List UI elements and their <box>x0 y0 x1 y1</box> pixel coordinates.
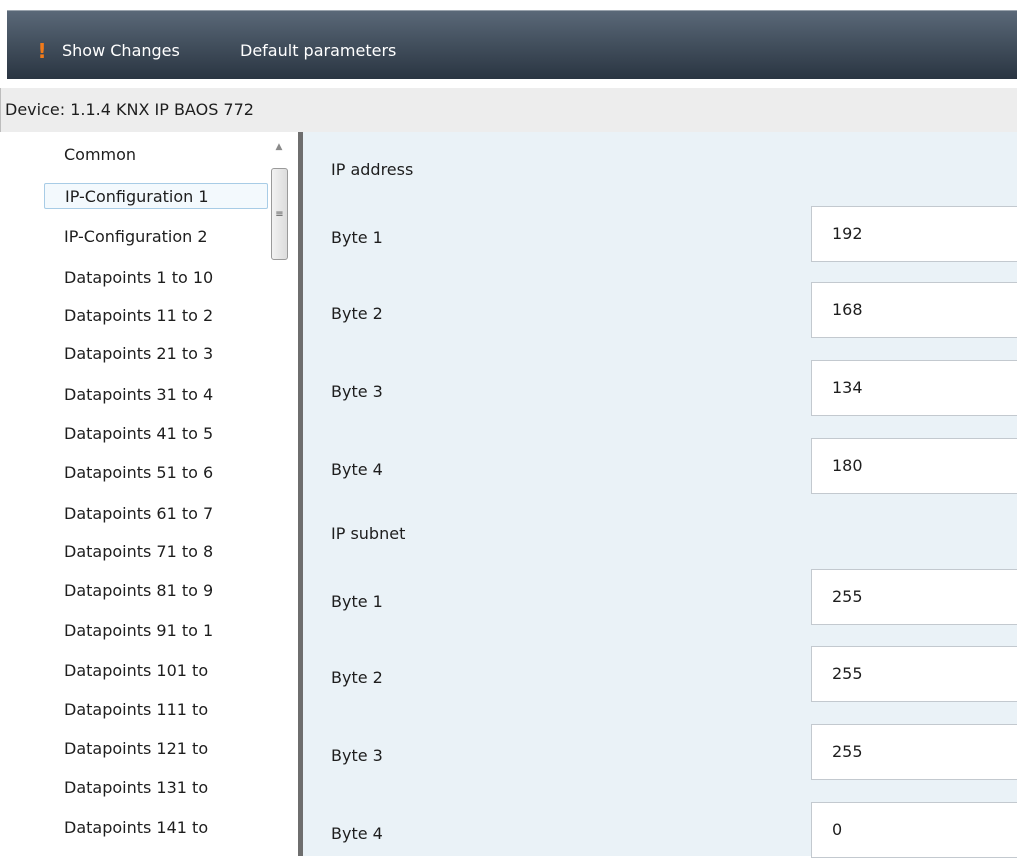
nav-item-datapoints-131[interactable]: Datapoints 131 to <box>44 775 268 801</box>
ip-address-byte-2-input[interactable]: 168 <box>811 282 1017 338</box>
scroll-up-arrow-icon[interactable]: ▲ <box>270 138 288 162</box>
grip-icon: ≡ <box>275 208 284 220</box>
nav-item-datapoints-141[interactable]: Datapoints 141 to <box>44 815 268 841</box>
device-label: Device: 1.1.4 KNX IP BAOS 772 <box>5 100 254 119</box>
ip-subnet-byte-3-label: Byte 3 <box>331 746 383 765</box>
section-ip-address: IP address <box>331 160 414 179</box>
ip-subnet-byte-4-input[interactable]: 0 <box>811 802 1017 858</box>
ip-subnet-byte-2-label: Byte 2 <box>331 668 383 687</box>
ip-address-byte-1-label: Byte 1 <box>331 228 383 247</box>
nav-scrollbar[interactable]: ▲ ≡ <box>270 138 288 856</box>
ip-subnet-byte-1-label: Byte 1 <box>331 592 383 611</box>
nav-item-datapoints-41[interactable]: Datapoints 41 to 5 <box>44 421 268 447</box>
nav-item-ip-configuration-2[interactable]: IP-Configuration 2 <box>44 224 268 250</box>
nav-item-datapoints-1[interactable]: Datapoints 1 to 10 <box>44 265 268 291</box>
ip-address-byte-3-input[interactable]: 134 <box>811 360 1017 416</box>
nav-item-datapoints-101[interactable]: Datapoints 101 to <box>44 658 268 684</box>
show-changes-button[interactable]: Show Changes <box>62 39 180 63</box>
nav-item-datapoints-11[interactable]: Datapoints 11 to 2 <box>44 303 268 329</box>
scroll-thumb[interactable]: ≡ <box>271 168 288 260</box>
nav-item-datapoints-71[interactable]: Datapoints 71 to 8 <box>44 539 268 565</box>
toolbar: ! Show Changes Default parameters <box>7 10 1017 79</box>
parameter-content: IP address Byte 1 192 Byte 2 168 Byte 3 … <box>303 132 1017 858</box>
ip-subnet-byte-3-input[interactable]: 255 <box>811 724 1017 780</box>
device-header: Device: 1.1.4 KNX IP BAOS 772 <box>0 88 1017 132</box>
ip-address-byte-4-input[interactable]: 180 <box>811 438 1017 494</box>
ip-subnet-byte-2-input[interactable]: 255 <box>811 646 1017 702</box>
parameter-nav: Common IP-Configuration 1 IP-Configurati… <box>0 132 298 856</box>
nav-item-datapoints-61[interactable]: Datapoints 61 to 7 <box>44 501 268 527</box>
nav-item-datapoints-81[interactable]: Datapoints 81 to 9 <box>44 578 268 604</box>
default-parameters-button[interactable]: Default parameters <box>240 39 396 63</box>
exclamation-icon[interactable]: ! <box>35 39 49 63</box>
ip-address-byte-4-label: Byte 4 <box>331 460 383 479</box>
nav-item-datapoints-91[interactable]: Datapoints 91 to 1 <box>44 618 268 644</box>
ip-address-byte-1-input[interactable]: 192 <box>811 206 1017 262</box>
nav-item-common[interactable]: Common <box>44 142 268 168</box>
nav-item-ip-configuration-1[interactable]: IP-Configuration 1 <box>44 183 268 209</box>
nav-item-datapoints-51[interactable]: Datapoints 51 to 6 <box>44 460 268 486</box>
nav-item-datapoints-31[interactable]: Datapoints 31 to 4 <box>44 382 268 408</box>
ip-subnet-byte-1-input[interactable]: 255 <box>811 569 1017 625</box>
nav-item-datapoints-121[interactable]: Datapoints 121 to <box>44 736 268 762</box>
nav-item-datapoints-21[interactable]: Datapoints 21 to 3 <box>44 341 268 367</box>
window-top-edge <box>0 0 1017 10</box>
ip-address-byte-3-label: Byte 3 <box>331 382 383 401</box>
ip-address-byte-2-label: Byte 2 <box>331 304 383 323</box>
nav-item-datapoints-111[interactable]: Datapoints 111 to <box>44 697 268 723</box>
ip-subnet-byte-4-label: Byte 4 <box>331 824 383 843</box>
section-ip-subnet: IP subnet <box>331 524 406 543</box>
